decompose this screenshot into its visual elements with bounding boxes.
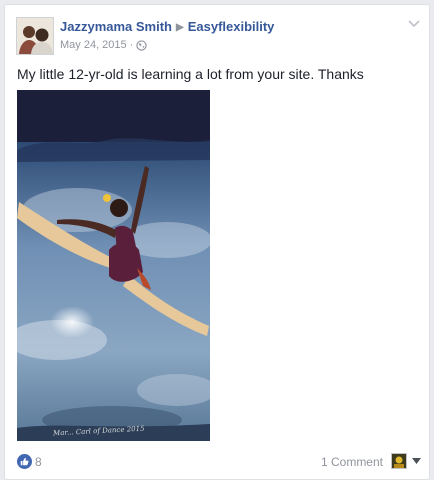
post-header: Jazzymama Smith ▶ Easyflexibility — [60, 19, 274, 34]
comments-count-link[interactable]: 1 Comment — [321, 455, 383, 469]
like-thumb-icon[interactable] — [17, 454, 32, 469]
like-count[interactable]: 8 — [35, 455, 42, 469]
post-footer: 8 1 Comment — [17, 451, 421, 471]
post-text: My little 12-yr-old is learning a lot fr… — [17, 66, 364, 82]
post-meta: May 24, 2015 · — [60, 39, 148, 51]
chevron-down-icon[interactable] — [407, 19, 421, 29]
commenter-avatar[interactable] — [391, 453, 407, 469]
target-page-link[interactable]: Easyflexibility — [188, 19, 275, 34]
post-date-link[interactable]: May 24, 2015 — [60, 39, 127, 51]
arrow-right-icon: ▶ — [176, 22, 184, 33]
meta-separator: · — [129, 39, 134, 51]
post-photo[interactable]: Mar... Carl of Dance 2015 — [17, 90, 210, 441]
author-name-link[interactable]: Jazzymama Smith — [60, 19, 172, 34]
post-card: Jazzymama Smith ▶ Easyflexibility May 24, … — [4, 4, 430, 480]
globe-icon[interactable] — [136, 39, 148, 51]
author-avatar[interactable] — [16, 17, 54, 55]
caret-down-icon[interactable] — [412, 458, 421, 464]
